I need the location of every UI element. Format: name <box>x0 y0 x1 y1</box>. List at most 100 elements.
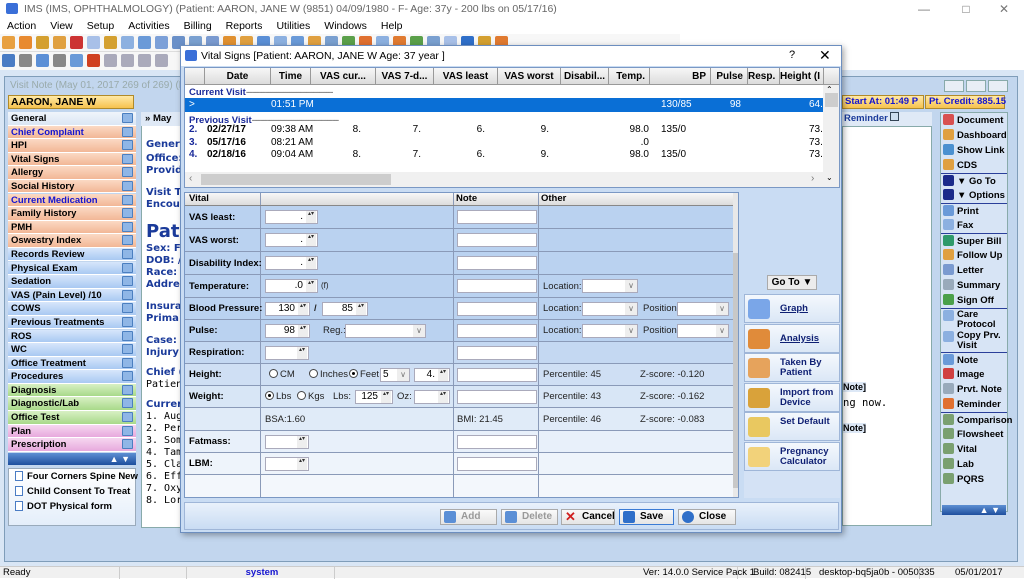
nav-item-ros[interactable]: ROS <box>8 329 136 343</box>
nav-item-office-test[interactable]: Office Test <box>8 411 136 425</box>
pulse-position-select[interactable] <box>677 324 729 338</box>
note-template-icon[interactable] <box>122 167 133 178</box>
grid-column-header[interactable]: VAS least <box>434 68 498 85</box>
nav-item-chief-complaint[interactable]: Chief Complaint <box>8 125 136 140</box>
action-note[interactable]: Note <box>941 352 1007 367</box>
reminder-checkbox[interactable] <box>890 112 900 121</box>
note-template-icon[interactable] <box>122 221 133 232</box>
note-template-icon[interactable] <box>122 439 133 450</box>
help-button[interactable]: ? <box>789 49 795 61</box>
fatmass-spinner[interactable] <box>265 435 309 449</box>
goto-taken-by-patient[interactable]: Taken By Patient <box>744 353 840 382</box>
systolic-spinner[interactable]: 130 <box>265 302 310 316</box>
menu-setup[interactable]: Setup <box>80 18 121 34</box>
action-summary[interactable]: Summary <box>941 278 1007 293</box>
goto-import-from-device[interactable]: Import from Device <box>744 382 840 412</box>
toolbar-button-icon[interactable] <box>53 54 66 67</box>
weight-oz-spinner[interactable] <box>414 390 450 404</box>
bp-location-select[interactable] <box>582 302 638 316</box>
previous-visit-row[interactable]: 4. 02/18/16 09:04 AM 8. 7. 6. 9. 98.0 135/0 73.0 <box>185 149 828 161</box>
action-document[interactable]: Document <box>941 113 1007 128</box>
pulse-regularity-select[interactable] <box>345 324 426 338</box>
lbm-note-input[interactable] <box>457 457 537 471</box>
temperature-location-select[interactable] <box>582 279 638 293</box>
temperature-spinner[interactable]: .0 <box>265 279 318 293</box>
action-lab[interactable]: Lab <box>941 457 1007 472</box>
action-vital[interactable]: Vital <box>941 442 1007 457</box>
note-template-icon[interactable] <box>122 113 133 123</box>
toolbar-button-icon[interactable] <box>36 36 49 49</box>
note-template-icon[interactable] <box>122 262 133 273</box>
note-template-icon[interactable] <box>122 330 133 341</box>
note-template-icon[interactable] <box>122 126 133 137</box>
respiration-note-input[interactable] <box>457 346 537 360</box>
menu-action[interactable]: Action <box>0 18 43 34</box>
dialog-close-button[interactable]: ✕ <box>819 47 831 64</box>
nav-item-wc[interactable]: WC <box>8 343 136 357</box>
nav-item-prescription[interactable]: Prescription <box>8 438 136 452</box>
disability-note-input[interactable] <box>457 256 537 270</box>
nav-item-family-history[interactable]: Family History <box>8 207 136 221</box>
minimize-button[interactable]: — <box>904 0 944 18</box>
note-template-icon[interactable] <box>122 235 133 246</box>
toolbar-button-icon[interactable] <box>121 54 134 67</box>
pulse-location-select[interactable] <box>582 324 638 338</box>
action-reminder[interactable]: Reminder <box>941 397 1007 412</box>
grid-column-header[interactable]: VAS cur... <box>311 68 376 85</box>
note-template-icon[interactable] <box>122 289 133 300</box>
note-template-icon[interactable] <box>122 194 133 205</box>
action-follow-up[interactable]: Follow Up <box>941 248 1007 263</box>
fatmass-note-input[interactable] <box>457 435 537 449</box>
action-options[interactable]: ▼ Options <box>941 188 1007 203</box>
menu-activities[interactable]: Activities <box>121 18 176 34</box>
goto-pregnancy-calculator[interactable]: Pregnancy Calculator <box>744 441 840 471</box>
action-comparison[interactable]: Comparison <box>941 412 1012 427</box>
height-cm-radio[interactable]: CM <box>269 369 295 380</box>
toolbar-button-icon[interactable] <box>19 36 32 49</box>
height-feet-radio[interactable]: Feet <box>349 369 379 380</box>
nav-item-hpi[interactable]: HPI <box>8 139 136 153</box>
vn-minimize-button[interactable] <box>944 80 964 92</box>
toolbar-button-icon[interactable] <box>138 54 151 67</box>
form-item[interactable]: Four Corners Spine New <box>9 469 138 484</box>
scroll-thumb[interactable] <box>825 93 838 107</box>
grid-column-header[interactable]: Disabil... <box>561 68 609 85</box>
toolbar-button-icon[interactable] <box>2 54 15 67</box>
note-template-icon[interactable] <box>122 153 133 164</box>
toolbar-button-icon[interactable] <box>70 36 83 49</box>
nav-item-social-history[interactable]: Social History <box>8 179 136 194</box>
previous-visit-row[interactable]: 3. 05/17/16 08:21 AM .0 73.0 <box>185 137 828 149</box>
note-template-icon[interactable] <box>122 371 133 382</box>
form-item[interactable]: DOT Physical form <box>9 499 135 514</box>
vas-worst-note-input[interactable] <box>457 233 537 247</box>
vas-least-note-input[interactable] <box>457 210 537 224</box>
nav-item-diagnosis[interactable]: Diagnosis <box>8 383 136 398</box>
scroll-right-arrow[interactable]: › <box>811 173 814 184</box>
action-nav-scroll[interactable]: ▲ ▼ <box>942 505 1006 515</box>
weight-lbs-spinner[interactable]: 125 <box>355 390 393 404</box>
note-template-icon[interactable] <box>122 398 133 409</box>
nav-item-plan[interactable]: Plan <box>8 424 136 439</box>
note-template-icon[interactable] <box>122 316 133 327</box>
action-cds[interactable]: CDS <box>941 158 1007 173</box>
height-note-input[interactable] <box>457 368 537 382</box>
action-copy-prv-visit[interactable]: Copy Prv. Visit <box>941 330 1007 352</box>
toolbar-button-icon[interactable] <box>104 36 117 49</box>
nav-scroll-arrows[interactable]: ▲ ▼ <box>8 453 136 465</box>
action-show-link[interactable]: Show Link <box>941 143 1007 158</box>
grid-horizontal-scrollbar[interactable]: ‹ › <box>185 172 823 187</box>
grid-column-header[interactable]: Time <box>271 68 311 85</box>
weight-kgs-radio[interactable]: Kgs <box>297 391 324 402</box>
delete-button[interactable]: Delete <box>501 509 558 525</box>
lbm-spinner[interactable] <box>265 457 309 471</box>
toolbar-button-icon[interactable] <box>36 54 49 67</box>
grid-column-header[interactable]: Resp. <box>748 68 780 85</box>
action-go-to[interactable]: ▼ Go To <box>941 173 1007 188</box>
action-flowsheet[interactable]: Flowsheet <box>941 427 1007 442</box>
scroll-left-arrow[interactable]: ‹ <box>189 173 192 184</box>
temperature-note-input[interactable] <box>457 279 537 293</box>
vas-worst-spinner[interactable]: . <box>265 233 318 247</box>
toolbar-button-icon[interactable] <box>53 36 66 49</box>
action-print[interactable]: Print <box>941 203 1007 218</box>
toolbar-button-icon[interactable] <box>87 54 100 67</box>
